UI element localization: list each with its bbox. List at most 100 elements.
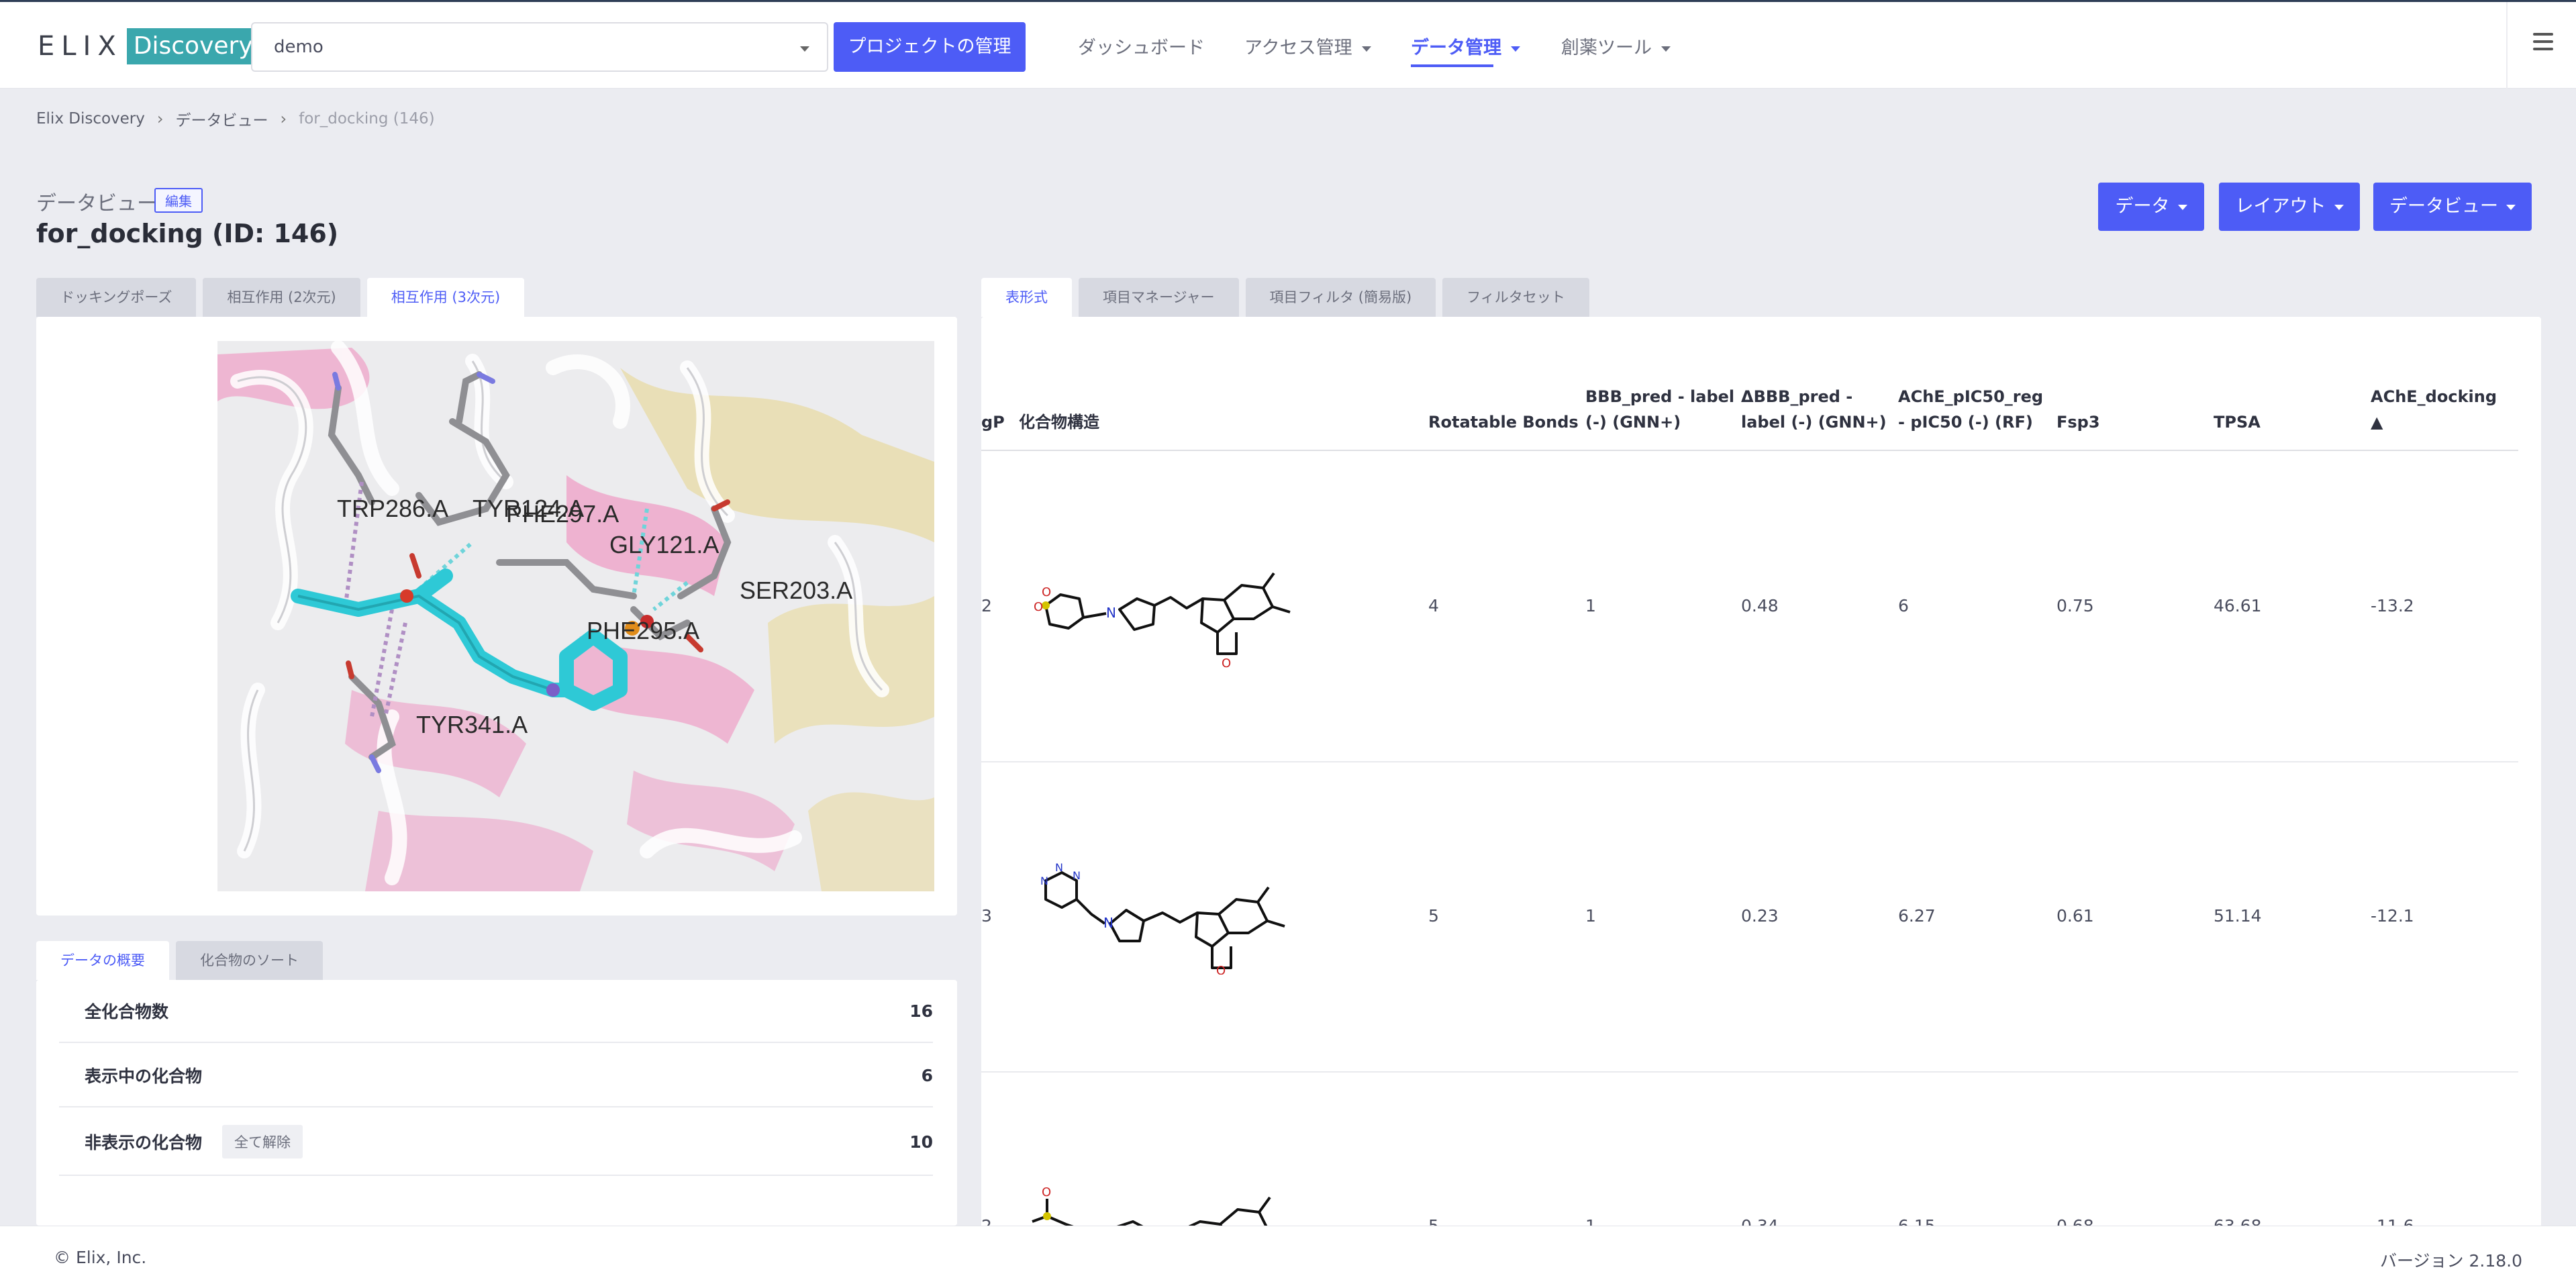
3d-interaction-viewer[interactable]: TRP286.A TYR124.A PHE297.A GLY121.A SER2…	[217, 341, 934, 891]
cell-logp: 3	[981, 906, 992, 926]
summary-value-total: 16	[909, 1001, 933, 1021]
page-subtitle: データビュー	[36, 192, 157, 215]
hamburger-menu-icon[interactable]	[2533, 33, 2553, 50]
tab-interaction-3d[interactable]: 相互作用 (3次元)	[366, 278, 525, 317]
cell-bbb-pred: 1	[1585, 906, 1596, 926]
residue-label-phe297: PHE297.A	[506, 500, 619, 528]
tab-filter-set[interactable]: フィルタセット	[1442, 278, 1589, 317]
nav-data-management[interactable]: データ管理	[1411, 33, 1520, 67]
column-header-bbb-pred[interactable]: BBB_pred - label (-) (GNN+)	[1585, 384, 1734, 435]
breadcrumb-item-home[interactable]: Elix Discovery	[36, 110, 145, 128]
manage-project-button[interactable]: プロジェクトの管理	[834, 22, 1026, 72]
summary-row-total: 全化合物数 16	[59, 980, 933, 1043]
tab-docking-pose[interactable]: ドッキングポーズ	[36, 278, 197, 317]
cell-ache-pic50: 6	[1898, 596, 1909, 615]
compound-table: gP 化合物構造 Rotatable Bonds BBB_pred - labe…	[981, 317, 2541, 1286]
svg-text:O: O	[1034, 600, 1043, 614]
nav-access-management[interactable]: アクセス管理	[1244, 33, 1371, 59]
breadcrumb-item-dataview[interactable]: データビュー	[175, 107, 268, 130]
column-header-tpsa[interactable]: TPSA	[2214, 409, 2261, 435]
tab-interaction-2d[interactable]: 相互作用 (2次元)	[203, 278, 360, 317]
cell-rotatable-bonds: 5	[1428, 906, 1439, 926]
tab-column-filter[interactable]: 項目フィルタ (簡易版)	[1245, 278, 1436, 317]
project-select-value: demo	[274, 37, 324, 57]
layout-menu-button[interactable]: レイアウト	[2219, 183, 2360, 231]
edit-button[interactable]: 編集	[154, 188, 203, 213]
footer: © Elix, Inc. バージョン 2.18.0	[0, 1226, 2576, 1286]
page-title: for_docking (ID: 146)	[36, 219, 339, 248]
dataview-menu-button[interactable]: データビュー	[2373, 183, 2532, 231]
svg-text:N: N	[1103, 915, 1113, 931]
column-header-delta-bbb[interactable]: ΔBBB_pred - label (-) (GNN+)	[1741, 384, 1887, 435]
chevron-down-icon	[1511, 46, 1520, 52]
table-view-tabs: 表形式 項目マネージャー 項目フィルタ (簡易版) フィルタセット	[981, 278, 1596, 317]
protein-ligand-3d-render: TRP286.A TYR124.A PHE297.A GLY121.A SER2…	[217, 341, 934, 891]
cell-ache-docking: -13.2	[2371, 596, 2414, 615]
summary-value-hidden: 10	[909, 1132, 933, 1152]
top-navbar: ELIX Discovery® demo プロジェクトの管理 ダッシュボード ア…	[0, 0, 2576, 89]
svg-text:O: O	[1042, 1185, 1051, 1199]
breadcrumb: Elix Discovery › データビュー › for_docking (1…	[36, 107, 435, 130]
nav-dashboard[interactable]: ダッシュボード	[1078, 33, 1205, 59]
cell-delta-bbb: 0.23	[1741, 906, 1779, 926]
cell-ache-docking: -12.1	[2371, 906, 2414, 926]
column-header-ache-pic50[interactable]: AChE_pIC50_reg - pIC50 (-) (RF)	[1898, 384, 2043, 435]
chevron-down-icon	[1361, 46, 1371, 52]
table-header-divider	[981, 450, 2518, 451]
cell-ache-pic50: 6.27	[1898, 906, 1936, 926]
viewer-tabs: ドッキングポーズ 相互作用 (2次元) 相互作用 (3次元)	[36, 278, 531, 317]
summary-value-shown: 6	[921, 1065, 933, 1085]
tab-compound-sort[interactable]: 化合物のソート	[176, 941, 323, 980]
chevron-right-icon: ›	[280, 109, 287, 128]
logo-text-elix: ELIX	[38, 31, 123, 62]
data-menu-button[interactable]: データ	[2098, 183, 2204, 231]
elix-discovery-logo[interactable]: ELIX Discovery®	[38, 28, 262, 65]
residue-label-ser203: SER203.A	[740, 577, 852, 604]
cell-tpsa: 51.14	[2214, 906, 2262, 926]
chevron-down-icon	[1661, 46, 1671, 52]
svg-text:O: O	[1216, 964, 1226, 975]
navbar-divider	[2506, 2, 2508, 89]
tab-column-manager[interactable]: 項目マネージャー	[1079, 278, 1239, 317]
cell-rotatable-bonds: 4	[1428, 596, 1439, 615]
svg-text:N: N	[1106, 605, 1116, 621]
tab-data-summary[interactable]: データの概要	[36, 941, 169, 980]
chevron-right-icon: ›	[156, 109, 164, 128]
summary-row-shown: 表示中の化合物 6	[59, 1044, 933, 1107]
breadcrumb-item-current: for_docking (146)	[299, 110, 435, 128]
column-header-structure[interactable]: 化合物構造	[1019, 409, 1099, 435]
summary-panel: 全化合物数 16 表示中の化合物 6 非表示の化合物 全て解除 10	[36, 980, 957, 1226]
column-header-fsp3[interactable]: Fsp3	[2057, 409, 2100, 435]
row-divider	[981, 761, 2518, 762]
nav-drug-discovery-tools[interactable]: 創薬ツール	[1561, 33, 1671, 59]
svg-text:N: N	[1055, 861, 1063, 874]
column-header-logp[interactable]: gP	[981, 409, 1005, 435]
svg-text:O: O	[1222, 656, 1231, 671]
summary-tabs: データの概要 化合物のソート	[36, 941, 330, 980]
svg-text:O: O	[1042, 585, 1051, 599]
chevron-down-icon	[2334, 204, 2344, 210]
active-nav-underline	[1411, 64, 1493, 67]
svg-text:N: N	[1073, 869, 1081, 882]
footer-copyright: © Elix, Inc.	[54, 1248, 147, 1267]
cell-fsp3: 0.75	[2057, 596, 2094, 615]
chevron-down-icon	[2506, 204, 2516, 210]
summary-row-hidden: 非表示の化合物 全て解除 10	[59, 1109, 933, 1176]
cell-logp: 2	[981, 596, 992, 615]
row-divider	[981, 1071, 2518, 1073]
svg-text:N: N	[1040, 875, 1048, 887]
chevron-down-icon	[2177, 204, 2187, 210]
sort-ascending-icon: ▲	[2371, 413, 2383, 432]
logo-text-discovery: Discovery®	[126, 28, 262, 64]
tab-table-format[interactable]: 表形式	[981, 278, 1072, 317]
residue-label-gly121: GLY121.A	[609, 531, 719, 558]
column-header-rotatable-bonds[interactable]: Rotatable Bonds	[1428, 409, 1579, 435]
clear-all-button[interactable]: 全て解除	[222, 1125, 303, 1158]
project-select[interactable]: demo	[251, 22, 828, 72]
cell-fsp3: 0.61	[2057, 906, 2094, 926]
summary-label-total: 全化合物数	[85, 1002, 169, 1022]
cell-tpsa: 46.61	[2214, 596, 2262, 615]
column-header-ache-docking[interactable]: AChE_docking ▲	[2371, 384, 2497, 435]
compound-structure-image: NNN N O	[1040, 861, 1285, 975]
summary-label-shown: 表示中の化合物	[85, 1067, 203, 1086]
